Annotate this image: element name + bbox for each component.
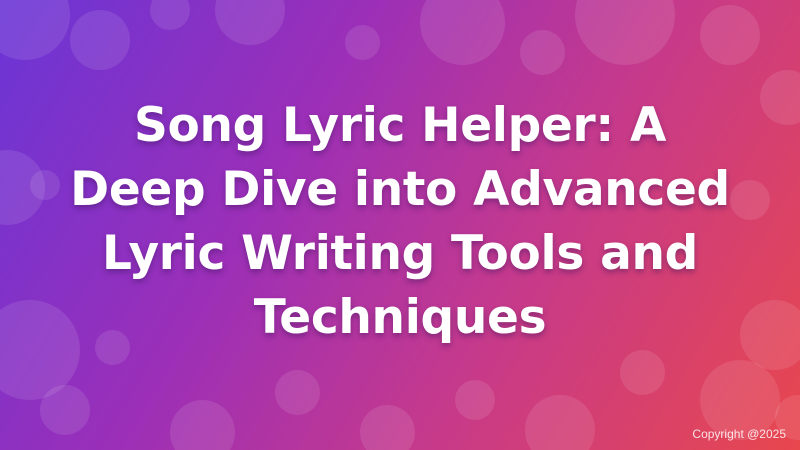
bokeh-circle (70, 10, 130, 70)
bokeh-circle (525, 395, 595, 450)
bokeh-circle (360, 405, 415, 450)
bokeh-circle (620, 350, 665, 395)
copyright-text: Copyright @2025 (692, 427, 786, 441)
hero-banner: Song Lyric Helper: A Deep Dive into Adva… (0, 0, 800, 450)
bokeh-circle (520, 30, 565, 75)
bokeh-circle (455, 380, 495, 420)
bokeh-circle (40, 385, 90, 435)
bokeh-circle (575, 0, 675, 65)
page-title: Song Lyric Helper: A Deep Dive into Adva… (70, 98, 730, 345)
bokeh-circle (275, 370, 320, 415)
bokeh-circle (150, 0, 190, 30)
bokeh-circle (215, 0, 285, 45)
bokeh-circle (30, 170, 60, 200)
bokeh-circle (420, 0, 505, 65)
bokeh-circle (740, 300, 800, 370)
title-container: Song Lyric Helper: A Deep Dive into Adva… (60, 92, 740, 352)
bokeh-circle (0, 150, 45, 225)
bokeh-circle (345, 25, 380, 60)
bokeh-circle (0, 0, 70, 60)
bokeh-circle (700, 5, 760, 65)
bokeh-circle (760, 70, 800, 125)
bokeh-circle (170, 400, 235, 450)
